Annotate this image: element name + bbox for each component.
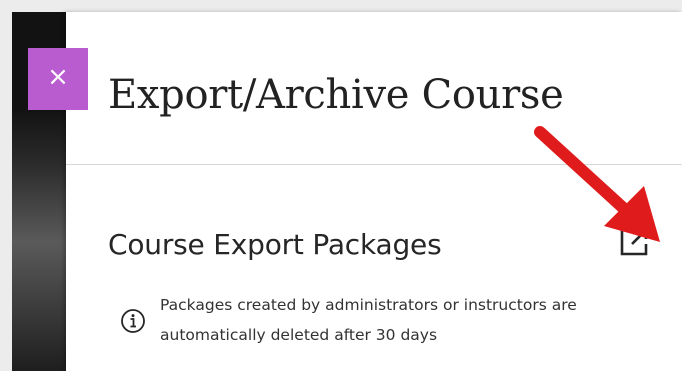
screenshot-frame: Export/Archive Course Course Export Pack… xyxy=(0,0,682,371)
export-archive-panel: Export/Archive Course Course Export Pack… xyxy=(66,12,682,371)
info-message: Packages created by administrators or in… xyxy=(160,296,577,344)
title-divider xyxy=(66,164,682,165)
close-icon: × xyxy=(47,62,69,92)
red-arrow xyxy=(534,126,660,242)
panel-title: Export/Archive Course xyxy=(108,72,564,118)
close-panel-button[interactable]: × xyxy=(28,48,88,110)
info-icon xyxy=(120,308,146,334)
external-link-icon[interactable] xyxy=(616,224,652,260)
section-title-course-export-packages: Course Export Packages xyxy=(108,228,442,261)
